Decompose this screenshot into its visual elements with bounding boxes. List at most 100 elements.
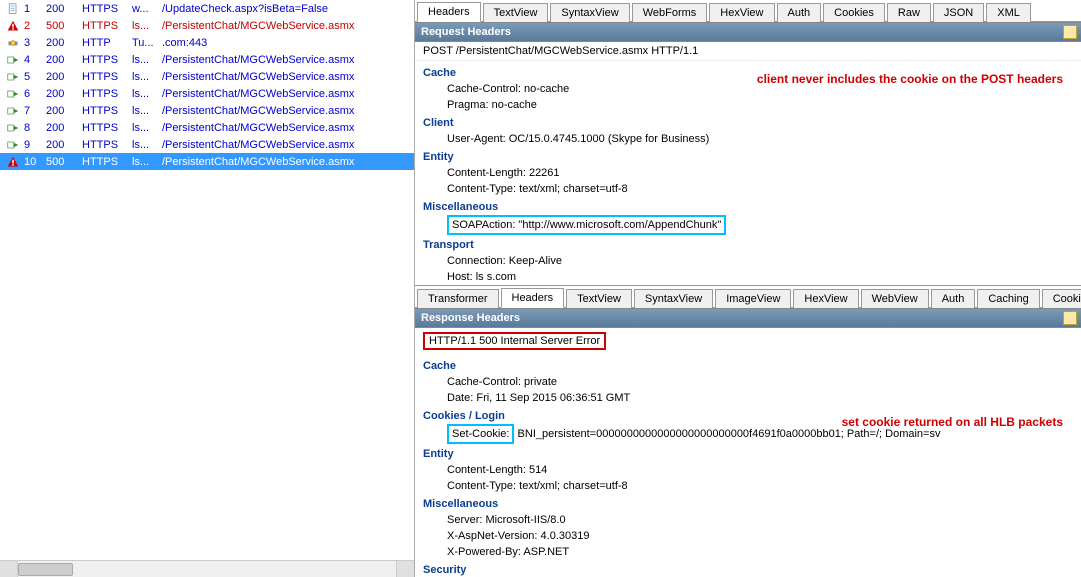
session-status: 200 (46, 122, 82, 134)
header-entry[interactable]: SOAPAction: "http://www.microsoft.com/Ap… (423, 215, 1073, 235)
session-icon (4, 122, 22, 134)
tab-xml[interactable]: XML (986, 3, 1031, 22)
tab-transformer[interactable]: Transformer (417, 289, 499, 308)
session-list[interactable]: 1200HTTPSw.../UpdateCheck.aspx?isBeta=Fa… (0, 0, 414, 560)
header-entry[interactable]: Cache-Control: private (423, 374, 1073, 390)
header-entry[interactable]: X-Powered-By: ASP.NET (423, 544, 1073, 560)
header-group: Cookies / Login (423, 408, 1073, 424)
tab-textview[interactable]: TextView (483, 3, 549, 22)
session-number: 2 (22, 20, 46, 32)
tab-auth[interactable]: Auth (777, 3, 822, 22)
header-entry[interactable]: Date: Fri, 11 Sep 2015 06:36:51 GMT (423, 390, 1073, 406)
session-host: ls... (132, 20, 162, 32)
tab-syntaxview[interactable]: SyntaxView (550, 3, 629, 22)
response-section-title: Response Headers (421, 312, 520, 324)
tab-caching[interactable]: Caching (977, 289, 1039, 308)
header-group: Client (423, 115, 1073, 131)
tab-headers[interactable]: Headers (417, 2, 481, 22)
docs-icon[interactable] (1063, 311, 1077, 325)
request-area: HeadersTextViewSyntaxViewWebFormsHexView… (415, 0, 1081, 285)
docs-icon[interactable] (1063, 25, 1077, 39)
tab-imageview[interactable]: ImageView (715, 289, 791, 308)
header-entry[interactable]: Content-Length: 514 (423, 462, 1073, 478)
header-group: Security (423, 562, 1073, 577)
tab-headers[interactable]: Headers (501, 288, 565, 308)
session-status: 200 (46, 88, 82, 100)
session-list-pane: 1200HTTPSw.../UpdateCheck.aspx?isBeta=Fa… (0, 0, 415, 577)
session-host: Tu... (132, 37, 162, 49)
session-url: /PersistentChat/MGCWebService.asmx (162, 54, 414, 66)
session-host: ls... (132, 105, 162, 117)
header-group: Entity (423, 446, 1073, 462)
session-row[interactable]: 1200HTTPSw.../UpdateCheck.aspx?isBeta=Fa… (0, 0, 414, 17)
session-status: 500 (46, 156, 82, 168)
session-status: 500 (46, 20, 82, 32)
session-url: .com:443 (162, 37, 414, 49)
horizontal-scrollbar[interactable] (0, 560, 414, 577)
header-entry[interactable]: Set-Cookie: BNI_persistent=0000000000000… (423, 424, 1073, 444)
tab-cookies[interactable]: Cookies (1042, 289, 1081, 308)
session-protocol: HTTPS (82, 156, 132, 168)
session-row[interactable]: 6200HTTPSls.../PersistentChat/MGCWebServ… (0, 85, 414, 102)
session-icon (4, 3, 22, 15)
tab-json[interactable]: JSON (933, 3, 984, 22)
scrollbar-thumb[interactable] (18, 563, 73, 576)
session-protocol: HTTPS (82, 139, 132, 151)
header-entry[interactable]: Host: ls s.com (423, 269, 1073, 285)
session-row[interactable]: 10500HTTPSls.../PersistentChat/MGCWebSer… (0, 153, 414, 170)
header-entry[interactable]: X-AspNet-Version: 4.0.30319 (423, 528, 1073, 544)
session-protocol: HTTPS (82, 3, 132, 15)
session-icon (4, 71, 22, 83)
tab-auth[interactable]: Auth (931, 289, 976, 308)
tab-syntaxview[interactable]: SyntaxView (634, 289, 713, 308)
tab-textview[interactable]: TextView (566, 289, 632, 308)
tab-cookies[interactable]: Cookies (823, 3, 885, 22)
session-host: ls... (132, 88, 162, 100)
session-row[interactable]: 2500HTTPSls.../PersistentChat/MGCWebServ… (0, 17, 414, 34)
session-row[interactable]: 4200HTTPSls.../PersistentChat/MGCWebServ… (0, 51, 414, 68)
session-url: /PersistentChat/MGCWebService.asmx (162, 20, 414, 32)
header-group: Miscellaneous (423, 496, 1073, 512)
header-group: Miscellaneous (423, 199, 1073, 215)
header-entry[interactable]: User-Agent: OC/15.0.4745.1000 (Skype for… (423, 131, 1073, 147)
session-row[interactable]: 7200HTTPSls.../PersistentChat/MGCWebServ… (0, 102, 414, 119)
inspector-pane: HeadersTextViewSyntaxViewWebFormsHexView… (415, 0, 1081, 577)
session-icon (4, 105, 22, 117)
header-entry[interactable]: Connection: Keep-Alive (423, 253, 1073, 269)
session-number: 10 (22, 156, 46, 168)
session-row[interactable]: 3200HTTPTu....com:443 (0, 34, 414, 51)
response-tabstrip: TransformerHeadersTextViewSyntaxViewImag… (415, 286, 1081, 308)
tab-hexview[interactable]: HexView (793, 289, 858, 308)
header-entry[interactable]: Content-Type: text/xml; charset=utf-8 (423, 181, 1073, 197)
tab-webview[interactable]: WebView (861, 289, 929, 308)
tab-hexview[interactable]: HexView (709, 3, 774, 22)
tab-webforms[interactable]: WebForms (632, 3, 708, 22)
session-status: 200 (46, 37, 82, 49)
session-protocol: HTTP (82, 37, 132, 49)
session-row[interactable]: 9200HTTPSls.../PersistentChat/MGCWebServ… (0, 136, 414, 153)
tab-raw[interactable]: Raw (887, 3, 931, 22)
session-icon (4, 54, 22, 66)
session-icon (4, 156, 22, 168)
session-number: 1 (22, 3, 46, 15)
session-row[interactable]: 8200HTTPSls.../PersistentChat/MGCWebServ… (0, 119, 414, 136)
session-host: ls... (132, 122, 162, 134)
header-entry[interactable]: Content-Length: 22261 (423, 165, 1073, 181)
session-row[interactable]: 5200HTTPSls.../PersistentChat/MGCWebServ… (0, 68, 414, 85)
request-section-title: Request Headers (421, 26, 511, 38)
session-icon (4, 139, 22, 151)
header-entry[interactable]: Cache-Control: no-cache (423, 81, 1073, 97)
response-headers-body: CacheCache-Control: privateDate: Fri, 11… (415, 354, 1081, 577)
session-host: ls... (132, 71, 162, 83)
session-number: 3 (22, 37, 46, 49)
header-entry[interactable]: Server: Microsoft-IIS/8.0 (423, 512, 1073, 528)
session-url: /PersistentChat/MGCWebService.asmx (162, 105, 414, 117)
session-protocol: HTTPS (82, 20, 132, 32)
header-entry[interactable]: Pragma: no-cache (423, 97, 1073, 113)
session-icon (4, 37, 22, 49)
session-number: 7 (22, 105, 46, 117)
session-number: 9 (22, 139, 46, 151)
session-status: 200 (46, 54, 82, 66)
header-group: Cache (423, 65, 1073, 81)
header-entry[interactable]: Content-Type: text/xml; charset=utf-8 (423, 478, 1073, 494)
